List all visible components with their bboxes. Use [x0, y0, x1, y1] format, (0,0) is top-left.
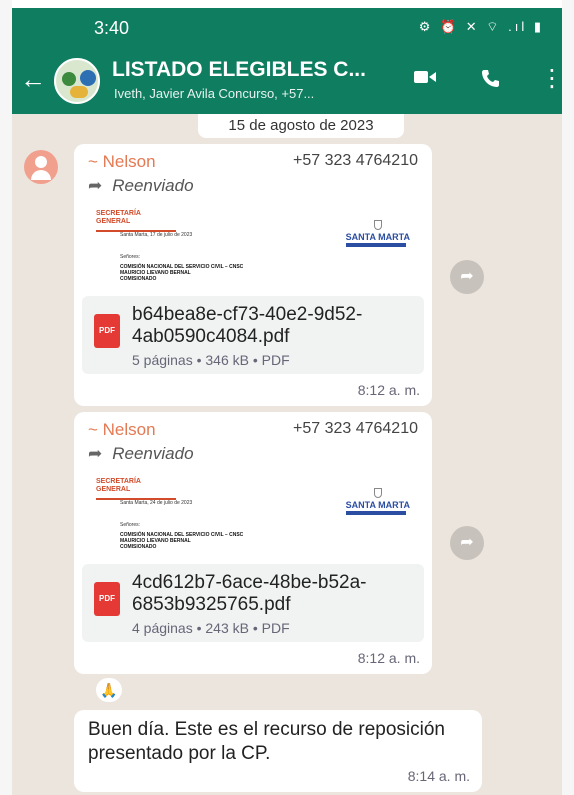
brand-tagline [345, 243, 406, 247]
doc-logo: SANTA MARTA [345, 488, 410, 515]
doc-logo: SANTA MARTA [345, 220, 410, 247]
voice-call-icon[interactable] [480, 68, 500, 94]
back-arrow-icon[interactable]: ← [20, 64, 46, 95]
brand-tagline [345, 511, 406, 515]
avatar-part [80, 70, 96, 86]
status-bar: 3:40 ⚙ ⏰ ✕ ⌔ .ıl ▮ [12, 8, 562, 50]
group-avatar[interactable] [54, 58, 100, 104]
message-time: 8:12 a. m. [357, 650, 420, 666]
file-name: 4cd612b7-6ace-48be-b52a-6853b9325765.pdf [132, 572, 367, 615]
forward-arrow-icon: ➦ [88, 444, 103, 463]
chat-area[interactable]: 15 de agosto de 2023 ~ Nelson +57 323 47… [12, 114, 562, 795]
avatar-part [70, 86, 88, 98]
sender-avatar-icon[interactable] [24, 150, 58, 184]
doc-org: SECRETARÍA GENERAL [96, 478, 141, 493]
crest-icon [373, 488, 382, 498]
menu-kebab-icon[interactable]: ⋮ [540, 64, 564, 93]
chat-title[interactable]: LISTADO ELEGIBLES C... [112, 58, 366, 82]
status-icons: ⚙ ⏰ ✕ ⌔ .ıl ▮ [418, 19, 544, 34]
file-attachment[interactable]: PDF b64bea8e-cf73-40e2-9d52-4ab0590c4084… [82, 296, 424, 374]
doc-org: SECRETARÍA GENERAL [96, 210, 141, 225]
message-bubble[interactable]: Buen día. Este es el recurso de reposici… [74, 710, 482, 792]
forwarded-label: ➦ Reenviado [88, 444, 194, 464]
forward-share-icon[interactable]: ➦ [450, 260, 484, 294]
message-time: 8:14 a. m. [407, 768, 470, 784]
sender-phone: +57 323 4764210 [292, 420, 418, 437]
reaction-emoji[interactable]: 🙏 [96, 678, 122, 702]
sender-name[interactable]: ~ Nelson [88, 420, 156, 440]
forward-arrow-icon: ➦ [88, 176, 103, 195]
forwarded-text: Reenviado [112, 444, 194, 463]
document-preview[interactable]: SECRETARÍA GENERAL Santa Marta, 17 de ju… [82, 200, 424, 296]
doc-addressee: Señores: [120, 254, 141, 260]
message-time: 8:12 a. m. [357, 382, 420, 398]
file-meta: 4 páginas • 243 kB • PDF [132, 620, 290, 636]
doc-body: COMISIÓN NACIONAL DEL SERVICIO CIVIL – C… [120, 532, 244, 550]
avatar-part [62, 72, 76, 86]
forwarded-label: ➦ Reenviado [88, 176, 194, 196]
sender-name[interactable]: ~ Nelson [88, 152, 156, 172]
sender-phone: +57 323 4764210 [292, 152, 418, 169]
doc-date: Santa Marta, 24 de julio de 2023 [120, 500, 193, 506]
message-text: Buen día. Este es el recurso de reposici… [88, 719, 445, 764]
doc-date: Santa Marta, 17 de julio de 2023 [120, 232, 193, 238]
pdf-icon: PDF [94, 582, 120, 616]
crest-icon [373, 220, 382, 230]
pdf-icon: PDF [94, 314, 120, 348]
doc-addressee: Señores: [120, 522, 141, 528]
message-bubble[interactable]: ~ Nelson +57 323 4764210 ➦ Reenviado SECR… [74, 144, 432, 406]
left-edge [0, 0, 12, 795]
document-preview[interactable]: SECRETARÍA GENERAL Santa Marta, 24 de ju… [82, 468, 424, 564]
file-attachment[interactable]: PDF 4cd612b7-6ace-48be-b52a-6853b9325765… [82, 564, 424, 642]
doc-brand: SANTA MARTA [345, 232, 410, 242]
chat-participants[interactable]: Iveth, Javier Avila Concurso, +57... [114, 86, 314, 101]
date-separator: 15 de agosto de 2023 [198, 114, 404, 138]
forward-share-icon[interactable]: ➦ [450, 526, 484, 560]
file-name: b64bea8e-cf73-40e2-9d52-4ab0590c4084.pdf [132, 304, 363, 347]
doc-body: COMISIÓN NACIONAL DEL SERVICIO CIVIL – C… [120, 264, 244, 282]
video-call-icon[interactable] [414, 68, 436, 91]
status-time: 3:40 [94, 18, 130, 38]
right-edge [562, 0, 574, 795]
file-meta: 5 páginas • 346 kB • PDF [132, 352, 290, 368]
forwarded-text: Reenviado [112, 176, 194, 195]
doc-brand: SANTA MARTA [345, 500, 410, 510]
message-bubble[interactable]: ~ Nelson +57 323 4764210 ➦ Reenviado SECR… [74, 412, 432, 674]
chat-header: ← LISTADO ELEGIBLES C... Iveth, Javier A… [12, 50, 564, 114]
